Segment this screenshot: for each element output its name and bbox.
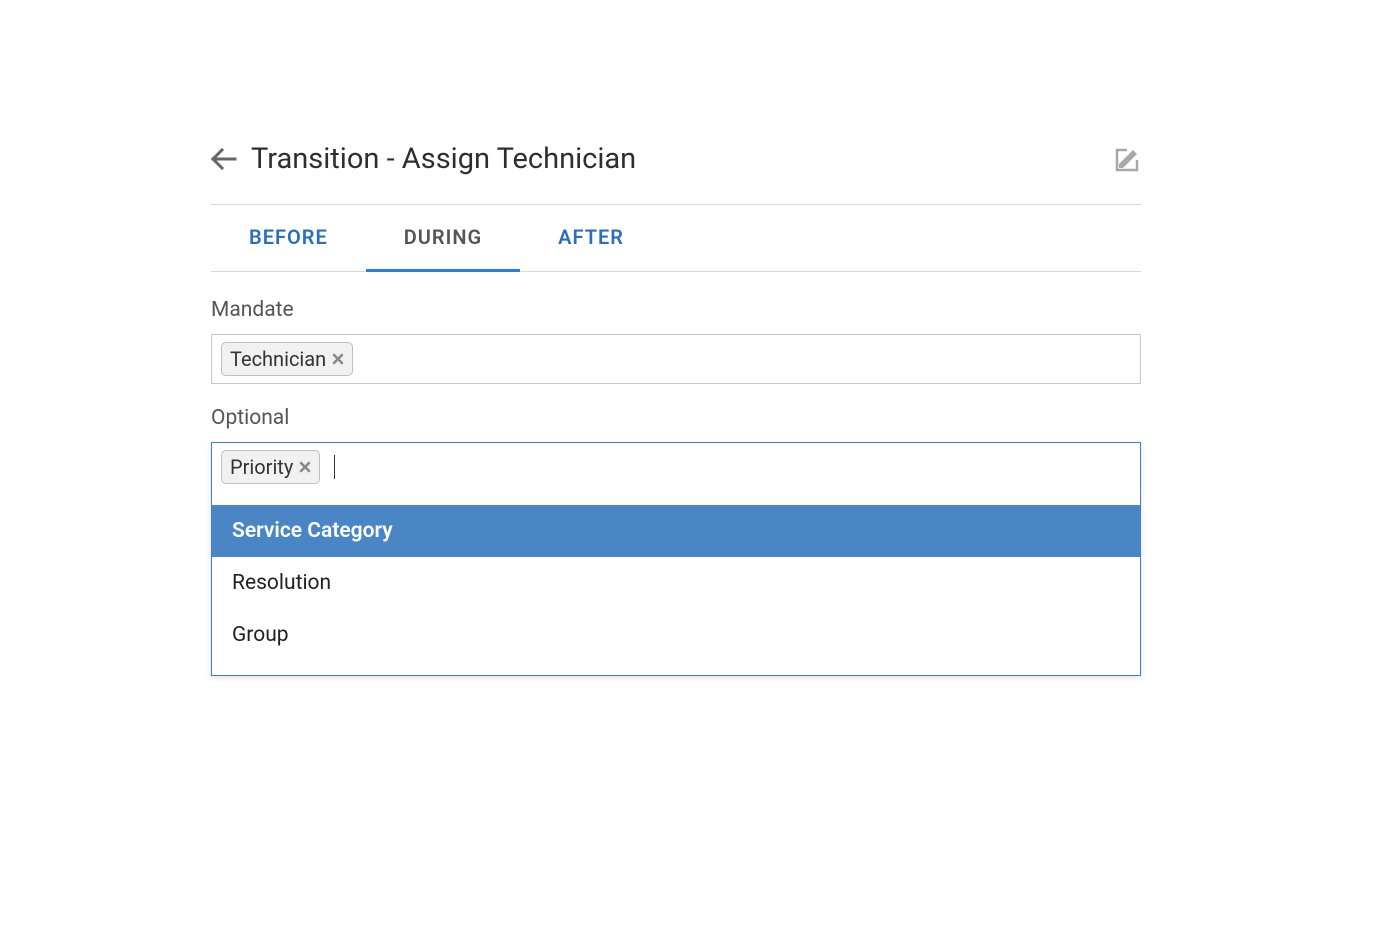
tab-before[interactable]: BEFORE [211, 205, 366, 272]
optional-label: Optional [211, 406, 1141, 430]
page-title: Transition - Assign Technician [251, 142, 636, 176]
close-icon[interactable] [332, 353, 344, 365]
dropdown-item-service-category[interactable]: Service Category [212, 505, 1140, 557]
tag-label: Technician [230, 347, 326, 371]
optional-dropdown: Service Category Resolution Group [212, 491, 1140, 675]
tab-during[interactable]: DURING [366, 205, 520, 272]
close-icon[interactable] [299, 461, 311, 473]
page-header: Transition - Assign Technician [211, 142, 1141, 204]
dropdown-item-group[interactable]: Group [212, 609, 1140, 661]
dropdown-item-resolution[interactable]: Resolution [212, 557, 1140, 609]
optional-dropdown-container: Priority Service Category Resolution Gro… [211, 442, 1141, 676]
mandate-label: Mandate [211, 298, 1141, 322]
tabs-bar: BEFORE DURING AFTER [211, 205, 1141, 272]
edit-icon[interactable] [1115, 146, 1141, 172]
back-arrow-icon[interactable] [211, 148, 237, 170]
text-cursor [334, 455, 335, 479]
tag-label: Priority [230, 455, 293, 479]
mandate-field[interactable]: Technician [211, 334, 1141, 384]
tag-technician: Technician [221, 342, 353, 376]
optional-field[interactable]: Priority [212, 443, 1140, 491]
tab-after[interactable]: AFTER [520, 205, 662, 272]
tag-priority: Priority [221, 450, 320, 484]
